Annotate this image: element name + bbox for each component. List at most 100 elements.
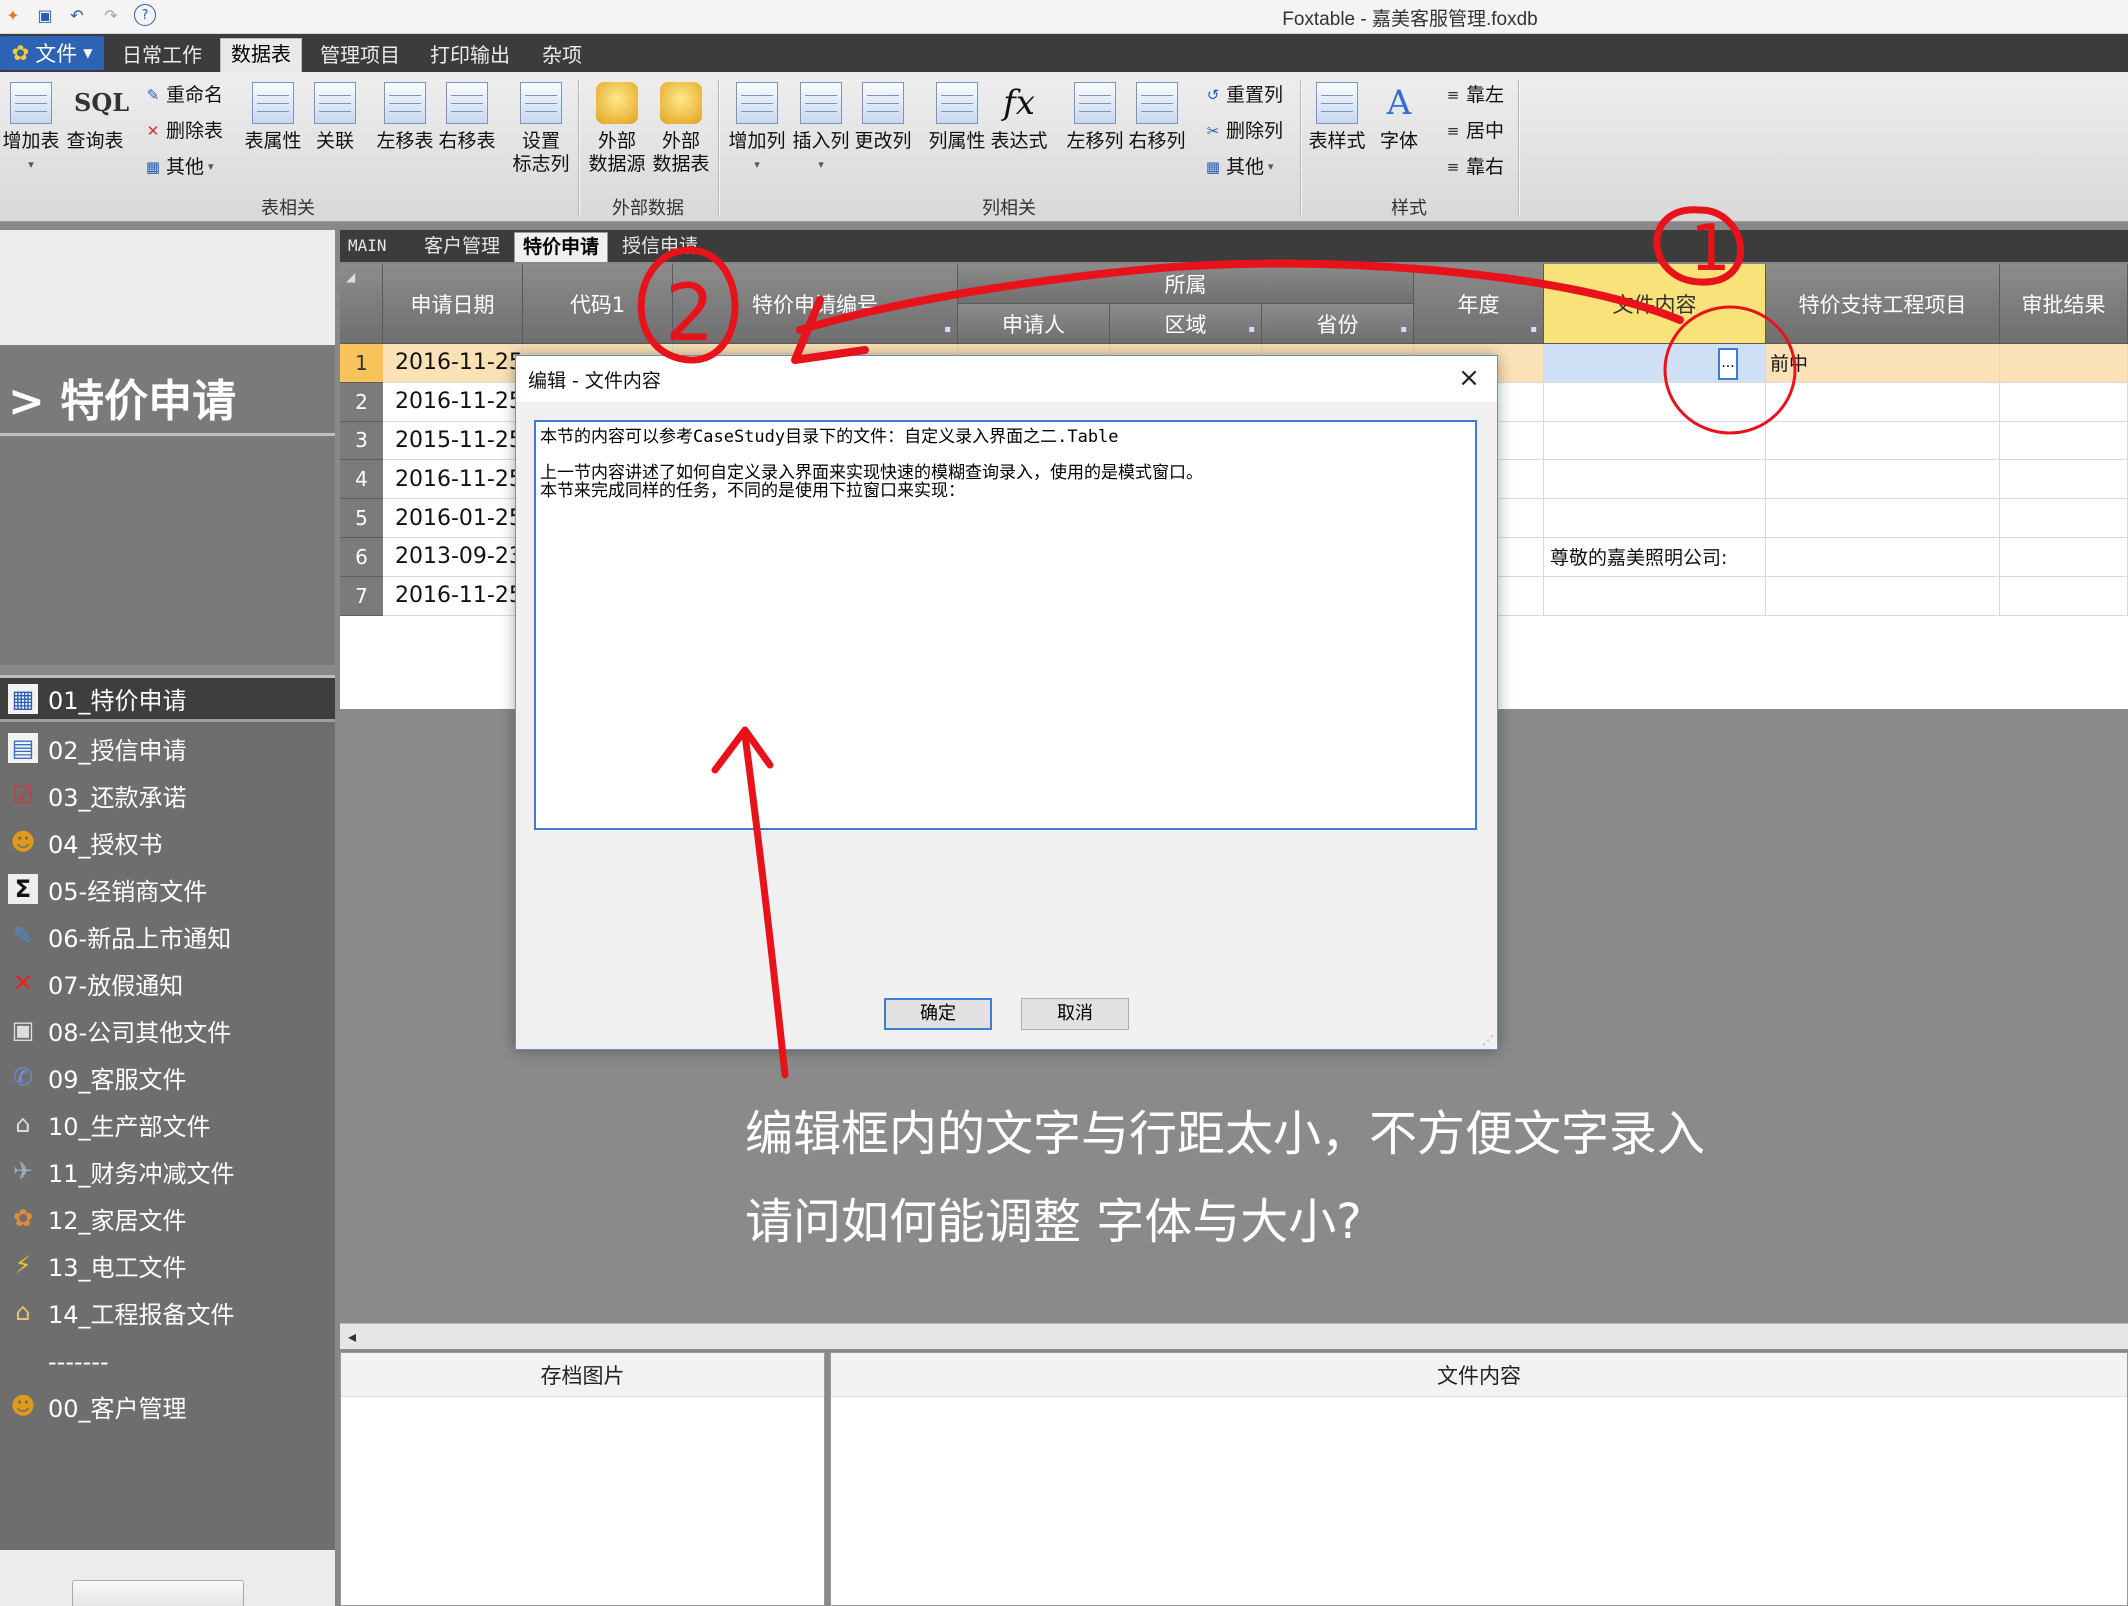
cell-project[interactable] xyxy=(1766,576,2000,616)
col-header-code[interactable]: 代码1 xyxy=(523,264,673,344)
delete-column-button[interactable]: ✂ 删除列 xyxy=(1204,118,1283,144)
col-header-year[interactable]: 年度 ▪ xyxy=(1414,264,1544,344)
nav-item[interactable]: Σ 05-经销商文件 xyxy=(0,867,335,911)
save-icon[interactable]: ▣ xyxy=(34,4,56,26)
external-source-button[interactable]: 外部 数据源 xyxy=(586,82,648,176)
row-header[interactable]: 2 xyxy=(340,382,383,422)
move-table-right-button[interactable]: 右移表 xyxy=(436,82,498,153)
nav-item[interactable]: ☑ 03_还款承诺 xyxy=(0,773,335,817)
set-flag-column-button[interactable]: 设置 标志列 xyxy=(510,82,572,176)
rename-button[interactable]: ✎ 重命名 xyxy=(144,82,223,108)
move-column-left-button[interactable]: 左移列 xyxy=(1064,82,1126,153)
row-header[interactable]: 6 xyxy=(340,538,383,577)
menu-tab-datatable[interactable]: 数据表 xyxy=(220,38,302,72)
cell-date[interactable]: 2015-11-25 xyxy=(383,421,523,461)
cell-date[interactable]: 2016-11-25 xyxy=(383,576,523,616)
cell-file-content[interactable] xyxy=(1544,460,1766,500)
cell-approval[interactable] xyxy=(2000,421,2128,461)
column-props-button[interactable]: 列属性 xyxy=(926,82,988,153)
tab-special-price[interactable]: 特价申请 xyxy=(514,232,609,262)
add-column-button[interactable]: 增加列 ▾ xyxy=(726,82,788,176)
tab-credit-application[interactable]: 授信申请 xyxy=(614,232,706,262)
cell-approval[interactable] xyxy=(2000,460,2128,500)
row-header[interactable]: 4 xyxy=(340,460,383,500)
reset-column-button[interactable]: ↺ 重置列 xyxy=(1204,82,1283,108)
align-center-button[interactable]: ≡ 居中 xyxy=(1444,118,1504,144)
add-table-button[interactable]: 增加表 ▾ xyxy=(0,82,62,176)
nav-item[interactable]: ☻ 04_授权书 xyxy=(0,820,335,864)
file-content-textarea[interactable]: 本节的内容可以参考CaseStudy目录下的文件：自定义录入界面之二.Table… xyxy=(534,420,1477,830)
col-header-approval[interactable]: 审批结果 xyxy=(2000,264,2128,344)
col-header-region[interactable]: 区域 ▪ xyxy=(1110,304,1262,344)
undo-icon[interactable]: ↶ xyxy=(66,4,88,26)
grid-corner[interactable]: ◢ xyxy=(340,264,383,344)
cell-date[interactable]: 2016-01-25 xyxy=(383,499,523,538)
change-column-button[interactable]: 更改列 xyxy=(852,82,914,153)
other-table-button[interactable]: ▦ 其他 ▾ xyxy=(144,154,214,180)
font-button[interactable]: A 字体 xyxy=(1368,82,1430,153)
redo-icon[interactable]: ↷ xyxy=(100,4,122,26)
cell-file-content[interactable] xyxy=(1544,499,1766,538)
file-menu-button[interactable]: ✿ 文件 ▼ xyxy=(0,36,104,70)
expression-button[interactable]: fx 表达式 xyxy=(988,82,1050,153)
cell-file-content[interactable] xyxy=(1544,382,1766,422)
cell-project[interactable] xyxy=(1766,538,2000,577)
menu-tab-print[interactable]: 打印输出 xyxy=(420,40,520,72)
cell-project[interactable] xyxy=(1766,460,2000,500)
move-table-left-button[interactable]: 左移表 xyxy=(374,82,436,153)
ellipsis-button[interactable]: ... xyxy=(1718,348,1738,380)
cell-date[interactable]: 2016-11-25 xyxy=(383,344,523,383)
footer-button[interactable] xyxy=(72,1580,244,1606)
insert-column-button[interactable]: 插入列 ▾ xyxy=(790,82,852,176)
delete-table-button[interactable]: ✕ 删除表 xyxy=(144,118,223,144)
file-content-panel[interactable]: 文件内容 xyxy=(830,1352,2128,1606)
other-column-button[interactable]: ▦ 其他 ▾ xyxy=(1204,154,1274,180)
query-table-button[interactable]: SQL 查询表 xyxy=(64,82,129,153)
cell-file-content[interactable] xyxy=(1544,576,1766,616)
nav-item[interactable]: ⌂ 14_工程报备文件 xyxy=(0,1290,335,1334)
menu-tab-manage[interactable]: 管理项目 xyxy=(310,40,410,72)
cell-project[interactable]: 前中 xyxy=(1766,344,2000,383)
external-table-button[interactable]: 外部 数据表 xyxy=(650,82,712,176)
nav-item[interactable]: ✕ 07-放假通知 xyxy=(0,961,335,1005)
nav-item[interactable]: ▦ 01_特价申请 xyxy=(0,678,335,722)
nav-item[interactable]: ▣ 08-公司其他文件 xyxy=(0,1008,335,1052)
cell-date[interactable]: 2013-09-23 xyxy=(383,538,523,577)
move-column-right-button[interactable]: 右移列 xyxy=(1126,82,1188,153)
cell-project[interactable] xyxy=(1766,382,2000,422)
resize-grip-icon[interactable]: ⋰ xyxy=(1482,1033,1494,1047)
cell-file-content[interactable] xyxy=(1544,421,1766,461)
cell-approval[interactable] xyxy=(2000,538,2128,577)
cell-project[interactable] xyxy=(1766,421,2000,461)
cell-project[interactable] xyxy=(1766,499,2000,538)
close-icon[interactable]: × xyxy=(1451,360,1487,396)
nav-item[interactable]: ✆ 09_客服文件 xyxy=(0,1055,335,1099)
nav-item[interactable]: ⚡ 13_电工文件 xyxy=(0,1243,335,1287)
archive-image-panel[interactable]: 存档图片 xyxy=(340,1352,825,1606)
col-header-applicant[interactable]: 申请人 xyxy=(958,304,1110,344)
nav-item[interactable]: ☻ 00_客户管理 xyxy=(0,1384,335,1428)
col-header-date[interactable]: 申请日期 xyxy=(383,264,523,344)
cell-approval[interactable] xyxy=(2000,382,2128,422)
nav-item[interactable]: ▤ 02_授信申请 xyxy=(0,726,335,770)
align-right-button[interactable]: ≡ 靠右 xyxy=(1444,154,1504,180)
tab-customer-management[interactable]: 客户管理 xyxy=(416,232,508,262)
table-props-button[interactable]: 表属性 xyxy=(242,82,304,153)
nav-item[interactable]: ✿ 12_家居文件 xyxy=(0,1196,335,1240)
cell-date[interactable]: 2016-11-25 xyxy=(383,382,523,422)
ok-button[interactable]: 确定 xyxy=(884,998,992,1030)
cancel-button[interactable]: 取消 xyxy=(1021,998,1129,1030)
scroll-left-icon[interactable]: ◂ xyxy=(348,1324,356,1350)
col-header-province[interactable]: 省份 ▪ xyxy=(1262,304,1414,344)
menu-tab-misc[interactable]: 杂项 xyxy=(530,40,594,72)
horizontal-scrollbar[interactable]: ◂ xyxy=(340,1323,2128,1349)
row-header[interactable]: 3 xyxy=(340,421,383,461)
cell-approval[interactable] xyxy=(2000,576,2128,616)
tab-main[interactable]: MAIN xyxy=(340,232,395,262)
nav-item[interactable]: ✈ 11_财务冲减文件 xyxy=(0,1149,335,1193)
menu-tab-daily[interactable]: 日常工作 xyxy=(112,40,212,72)
nav-item[interactable]: ⌂ 10_生产部文件 xyxy=(0,1102,335,1146)
col-header-file-content[interactable]: 文件内容 xyxy=(1544,264,1766,344)
row-header[interactable]: 1 xyxy=(340,344,383,383)
relation-button[interactable]: 关联 xyxy=(304,82,366,153)
